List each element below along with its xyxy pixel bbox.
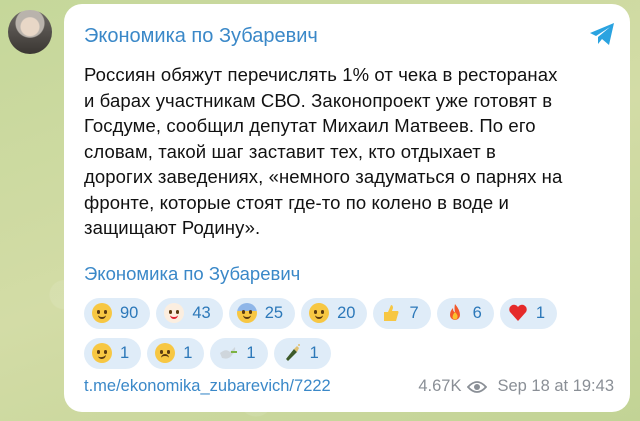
reaction-fire[interactable]: 6 — [436, 297, 494, 329]
exploding-head-icon — [92, 303, 112, 323]
reaction-count: 90 — [120, 303, 139, 322]
message-bubble: Экономика по Зубаревич Россиян обяжут пе… — [64, 4, 630, 412]
crying-face-icon — [155, 343, 176, 363]
channel-signature-link[interactable]: Экономика по Зубаревич — [84, 262, 610, 286]
screaming-face-icon — [236, 303, 257, 323]
reaction-count: 25 — [264, 303, 284, 322]
thinking-face-icon — [92, 343, 112, 363]
reaction-count: 43 — [192, 303, 211, 322]
dove-icon — [218, 343, 238, 363]
message-footer: t.me/ekonomika_zubarevich/7222 4.67K Sep… — [84, 377, 614, 396]
reaction-count: 1 — [120, 343, 130, 362]
reaction-count: 6 — [472, 303, 482, 322]
reaction-screaming[interactable]: 25 — [228, 297, 296, 329]
reaction-count: 1 — [246, 343, 256, 362]
red-heart-icon — [508, 303, 528, 323]
reactions-bar: 90 43 25 20 7 6 1 1 1 1 1 — [84, 297, 624, 378]
eye-icon — [467, 380, 488, 393]
channel-avatar[interactable] — [8, 10, 52, 54]
telegram-share-icon[interactable] — [588, 20, 616, 48]
reaction-count: 1 — [183, 343, 193, 362]
post-meta: 4.67K Sep 18 at 19:43 — [418, 377, 614, 396]
reaction-crying[interactable]: 1 — [147, 337, 205, 369]
reaction-clown[interactable]: 43 — [156, 297, 223, 329]
reaction-count: 7 — [409, 303, 419, 322]
reaction-count: 1 — [535, 303, 545, 322]
post-date: Sep 18 at 19:43 — [497, 377, 614, 395]
reaction-count: 20 — [337, 303, 356, 322]
channel-name[interactable]: Экономика по Зубаревич — [84, 24, 610, 48]
view-count: 4.67K — [418, 377, 462, 395]
reaction-rofl[interactable]: 20 — [301, 297, 368, 329]
clown-face-icon — [164, 303, 185, 323]
reaction-thumbs-up[interactable]: 7 — [373, 297, 431, 329]
thumbs-up-icon — [381, 303, 401, 323]
reaction-thinking[interactable]: 1 — [84, 337, 142, 369]
reaction-exploding-head[interactable]: 90 — [84, 297, 151, 329]
champagne-icon — [282, 343, 302, 363]
rofl-face-icon — [305, 299, 333, 327]
post-link[interactable]: t.me/ekonomika_zubarevich/7222 — [84, 377, 331, 396]
post-text: Россиян обяжут перечислять 1% от чека в … — [84, 64, 563, 238]
reaction-dove[interactable]: 1 — [210, 337, 268, 369]
fire-icon — [445, 303, 465, 323]
reaction-champagne[interactable]: 1 — [273, 337, 331, 369]
reaction-count: 1 — [309, 343, 319, 362]
reaction-heart[interactable]: 1 — [499, 297, 557, 329]
